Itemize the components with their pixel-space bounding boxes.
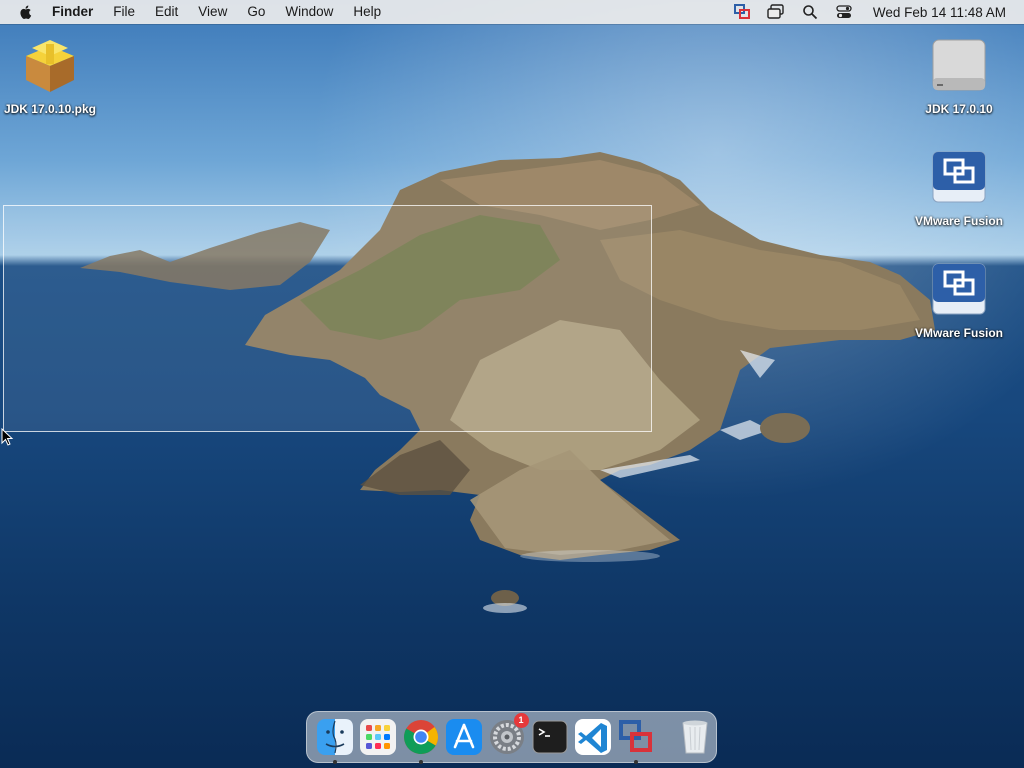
- package-icon: [18, 34, 82, 98]
- status-area: Wed Feb 14 11:48 AM: [725, 0, 1024, 24]
- menu-help[interactable]: Help: [343, 0, 391, 24]
- desktop-icon-vmware-fusion-1[interactable]: VMware Fusion: [909, 146, 1009, 228]
- desktop-icon-label: JDK 17.0.10.pkg: [3, 102, 97, 116]
- terminal-icon: [532, 720, 567, 754]
- vmware-fusion-icon: [618, 720, 652, 752]
- finder-icon: [316, 719, 353, 755]
- dock-item-vmware-fusion[interactable]: [616, 717, 656, 764]
- menu-bar-clock[interactable]: Wed Feb 14 11:48 AM: [873, 5, 1006, 20]
- desktop-icon-label: VMware Fusion: [914, 214, 1003, 228]
- dock-item-app-store[interactable]: [444, 717, 484, 757]
- desktop-icon-jdk-volume[interactable]: JDK 17.0.10: [909, 34, 1009, 116]
- running-indicator: [332, 760, 337, 764]
- running-indicator: [633, 760, 638, 764]
- control-center-icon[interactable]: [833, 1, 855, 23]
- desktop-icon-label: VMware Fusion: [914, 326, 1003, 340]
- menu-bar: Finder File Edit View Go Window Help Wed…: [0, 0, 1024, 24]
- dock-item-finder[interactable]: [315, 717, 355, 764]
- dock-item-chrome[interactable]: [401, 717, 441, 764]
- running-indicator: [418, 760, 423, 764]
- dock-item-terminal[interactable]: [530, 717, 570, 757]
- vscode-icon: [574, 719, 611, 755]
- screen-mirroring-icon[interactable]: [765, 1, 787, 23]
- menu-view[interactable]: View: [188, 0, 237, 24]
- dock-item-system-preferences[interactable]: 1: [487, 713, 529, 757]
- vmware-fusion-status-icon[interactable]: [731, 1, 753, 23]
- dock: 1: [306, 711, 717, 764]
- notification-badge: 1: [513, 713, 529, 728]
- app-store-icon: [445, 719, 482, 755]
- menu-edit[interactable]: Edit: [145, 0, 188, 24]
- dock-item-trash[interactable]: [675, 717, 715, 757]
- mouse-cursor-icon: [1, 428, 14, 446]
- vmware-fusion-icon: [927, 258, 991, 322]
- menu-file[interactable]: File: [103, 0, 145, 24]
- apple-menu-icon[interactable]: [18, 4, 34, 20]
- vmware-fusion-icon: [927, 146, 991, 210]
- selection-rectangle: [3, 205, 652, 432]
- desktop[interactable]: JDK 17.0.10.pkg JDK 17.0.10 VMware Fusio…: [0, 0, 1024, 768]
- chrome-icon: [403, 720, 438, 754]
- launchpad-icon: [359, 719, 396, 755]
- desktop-icon-label: JDK 17.0.10: [925, 102, 993, 116]
- desktop-icon-jdk-pkg[interactable]: JDK 17.0.10.pkg: [0, 34, 100, 116]
- trash-icon: [681, 720, 708, 754]
- menu-window[interactable]: Window: [275, 0, 343, 24]
- desktop-icon-vmware-fusion-2[interactable]: VMware Fusion: [909, 258, 1009, 340]
- menu-go[interactable]: Go: [237, 0, 275, 24]
- dock-item-vscode[interactable]: [573, 717, 613, 757]
- menu-app-finder[interactable]: Finder: [52, 0, 103, 24]
- disk-image-icon: [927, 34, 991, 98]
- spotlight-search-icon[interactable]: [799, 1, 821, 23]
- dock-item-launchpad[interactable]: [358, 717, 398, 757]
